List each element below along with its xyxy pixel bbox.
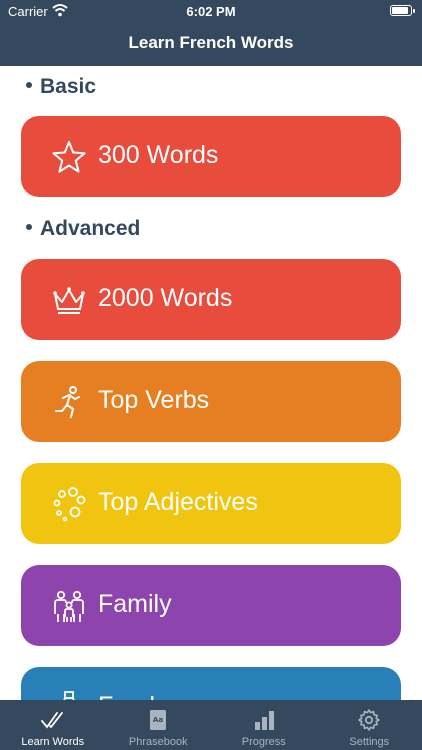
section-label: Advanced	[40, 217, 141, 240]
card-2000-words[interactable]: 2000 Words	[21, 259, 401, 340]
tab-phrasebook[interactable]: Aa Phrasebook	[106, 700, 212, 750]
tab-learn-words[interactable]: Learn Words	[0, 700, 106, 750]
bullet-icon	[26, 224, 32, 231]
bubbles-icon	[53, 487, 86, 522]
card-label: Top Verbs	[98, 386, 210, 414]
star-icon	[52, 141, 86, 173]
section-heading-advanced: Advanced	[26, 217, 140, 241]
section-label: Basic	[40, 75, 97, 98]
status-bar: Carrier 6:02 PM	[0, 0, 422, 24]
tab-progress[interactable]: Progress	[211, 700, 317, 750]
card-top-verbs[interactable]: Top Verbs	[21, 361, 401, 442]
card-top-adjectives[interactable]: Top Adjectives	[21, 463, 401, 544]
gear-icon	[358, 709, 381, 731]
tab-settings[interactable]: Settings	[317, 700, 422, 750]
tab-label: Progress	[241, 736, 286, 748]
battery-icon	[390, 5, 415, 16]
tab-label: Learn Words	[21, 736, 85, 748]
book-icon: Aa	[150, 710, 167, 730]
navigation-bar: Carrier 6:02 PM Learn French Words	[0, 0, 422, 66]
card-family[interactable]: Family	[21, 565, 401, 646]
card-label: 2000 Words	[98, 284, 233, 312]
tab-label: Settings	[349, 736, 390, 748]
card-food[interactable]: Food	[21, 667, 401, 700]
card-label: Food	[98, 692, 155, 700]
status-time: 6:02 PM	[186, 4, 236, 19]
svg-text:Aa: Aa	[153, 716, 163, 724]
card-label: Family	[98, 590, 172, 618]
family-icon	[54, 590, 84, 622]
runner-icon	[55, 386, 80, 418]
bullet-icon	[26, 82, 32, 89]
tab-label: Phrasebook	[128, 736, 188, 748]
crown-icon	[53, 287, 85, 314]
card-300-words[interactable]: 300 Words	[21, 116, 401, 197]
section-heading-basic: Basic	[26, 75, 96, 99]
bar-chart-icon	[254, 711, 274, 730]
card-label: 300 Words	[98, 141, 219, 169]
card-label: Top Adjectives	[98, 488, 258, 516]
category-list[interactable]: Basic 300 Words Advanced 2000 Words Top …	[0, 66, 422, 700]
tab-bar: Learn Words Aa Phrasebook Progress Setti…	[0, 700, 422, 750]
checkmarks-icon	[40, 712, 63, 729]
page-title: Learn French Words	[128, 33, 294, 52]
bottle-icon	[63, 691, 75, 700]
